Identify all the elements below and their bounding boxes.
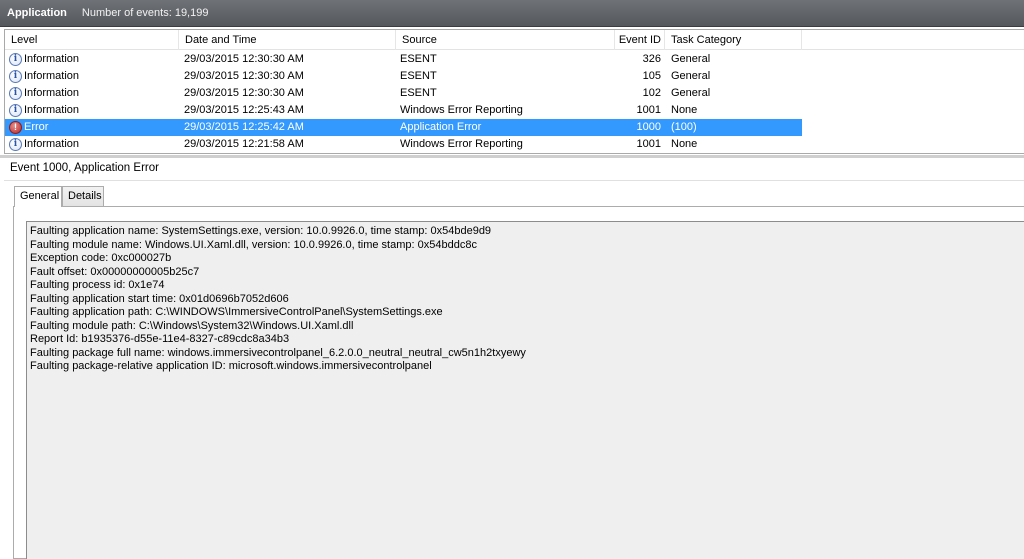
event-level: Error — [24, 121, 49, 133]
event-id: 326 — [642, 53, 661, 65]
information-icon: i — [9, 87, 22, 100]
event-id: 105 — [642, 70, 661, 82]
information-icon: i — [9, 53, 22, 66]
event-viewer: Application Number of events: 19,199 Lev… — [0, 0, 1024, 559]
description-line: Faulting application path: C:\WINDOWS\Im… — [30, 306, 443, 318]
log-title: Application — [7, 7, 67, 19]
event-level: Information — [24, 70, 80, 82]
column-source[interactable]: Source — [396, 30, 615, 50]
event-date: 29/03/2015 12:25:43 AM — [184, 104, 304, 116]
error-icon: ! — [9, 121, 22, 134]
column-task-category[interactable]: Task Category — [665, 30, 802, 50]
event-source: ESENT — [400, 53, 437, 65]
description-text: Faulting application name: SystemSetting… — [27, 225, 526, 374]
event-source: ESENT — [400, 87, 437, 99]
tab-general[interactable]: General — [14, 186, 62, 207]
information-icon: i — [9, 70, 22, 83]
description-line: Report Id: b1935376-d55e-11e4-8327-c89cd… — [30, 333, 290, 345]
event-level: Information — [24, 87, 80, 99]
table-row-selected[interactable]: ! Error 29/03/2015 12:25:42 AM Applicatio… — [5, 119, 802, 136]
event-category: None — [671, 104, 698, 116]
event-category: General — [671, 87, 711, 99]
column-header-row: Level Date and Time Source Event ID Task… — [5, 30, 1024, 50]
table-row[interactable]: i Information 29/03/2015 12:25:43 AM Wind… — [5, 102, 802, 119]
description-line: Exception code: 0xc000027b — [30, 252, 172, 264]
event-date: 29/03/2015 12:30:30 AM — [184, 70, 304, 82]
event-category: General — [671, 53, 711, 65]
event-category: General — [671, 70, 711, 82]
event-date: 29/03/2015 12:25:42 AM — [184, 121, 304, 133]
description-line: Faulting package full name: windows.imme… — [30, 346, 526, 359]
event-level: Information — [24, 53, 80, 65]
event-list[interactable]: Level Date and Time Source Event ID Task… — [4, 29, 1024, 154]
description-line: Faulting process id: 0x1e74 — [30, 279, 165, 291]
description-line: Faulting package-relative application ID… — [30, 360, 432, 372]
description-line: Faulting module name: Windows.UI.Xaml.dl… — [30, 238, 477, 251]
event-description-box[interactable]: Faulting application name: SystemSetting… — [26, 221, 1024, 559]
detail-title: Event 1000, Application Error — [10, 162, 159, 174]
information-icon: i — [9, 104, 22, 117]
column-level[interactable]: Level — [5, 30, 179, 50]
event-date: 29/03/2015 12:21:58 AM — [184, 138, 304, 150]
event-source: ESENT — [400, 70, 437, 82]
event-id: 102 — [642, 87, 661, 99]
event-level: Information — [24, 138, 80, 150]
table-row[interactable]: i Information 29/03/2015 12:30:30 AM ESEN… — [5, 85, 802, 102]
event-date: 29/03/2015 12:30:30 AM — [184, 87, 304, 99]
event-id: 1001 — [636, 104, 661, 116]
information-icon: i — [9, 138, 22, 151]
event-category: (100) — [671, 121, 697, 133]
divider — [4, 180, 1024, 181]
description-line: Faulting module path: C:\Windows\System3… — [30, 319, 354, 332]
log-header-bar: Application Number of events: 19,199 — [0, 0, 1024, 27]
event-count: Number of events: 19,199 — [81, 7, 209, 19]
event-source: Application Error — [400, 121, 482, 133]
event-id: 1000 — [636, 121, 661, 133]
event-detail-pane: Event 1000, Application Error General De… — [0, 158, 1024, 559]
event-rows: i Information 29/03/2015 12:30:30 AM ESEN… — [5, 51, 1024, 153]
table-row[interactable]: i Information 29/03/2015 12:21:58 AM Wind… — [5, 136, 802, 153]
tab-details[interactable]: Details — [62, 186, 104, 206]
column-date-time[interactable]: Date and Time — [179, 30, 396, 50]
description-line: Faulting application name: SystemSetting… — [30, 225, 492, 237]
column-event-id[interactable]: Event ID — [615, 30, 665, 50]
event-category: None — [671, 138, 698, 150]
table-row[interactable]: i Information 29/03/2015 12:30:30 AM ESEN… — [5, 68, 802, 85]
event-date: 29/03/2015 12:30:30 AM — [184, 53, 304, 65]
event-level: Information — [24, 104, 80, 116]
general-tab-panel: Faulting application name: SystemSetting… — [13, 206, 1024, 559]
event-id: 1001 — [636, 138, 661, 150]
event-source: Windows Error Reporting — [400, 138, 523, 150]
description-line: Faulting application start time: 0x01d06… — [30, 292, 289, 305]
event-source: Windows Error Reporting — [400, 104, 523, 116]
table-row[interactable]: i Information 29/03/2015 12:30:30 AM ESEN… — [5, 51, 802, 68]
description-line: Fault offset: 0x00000000005b25c7 — [30, 265, 200, 278]
